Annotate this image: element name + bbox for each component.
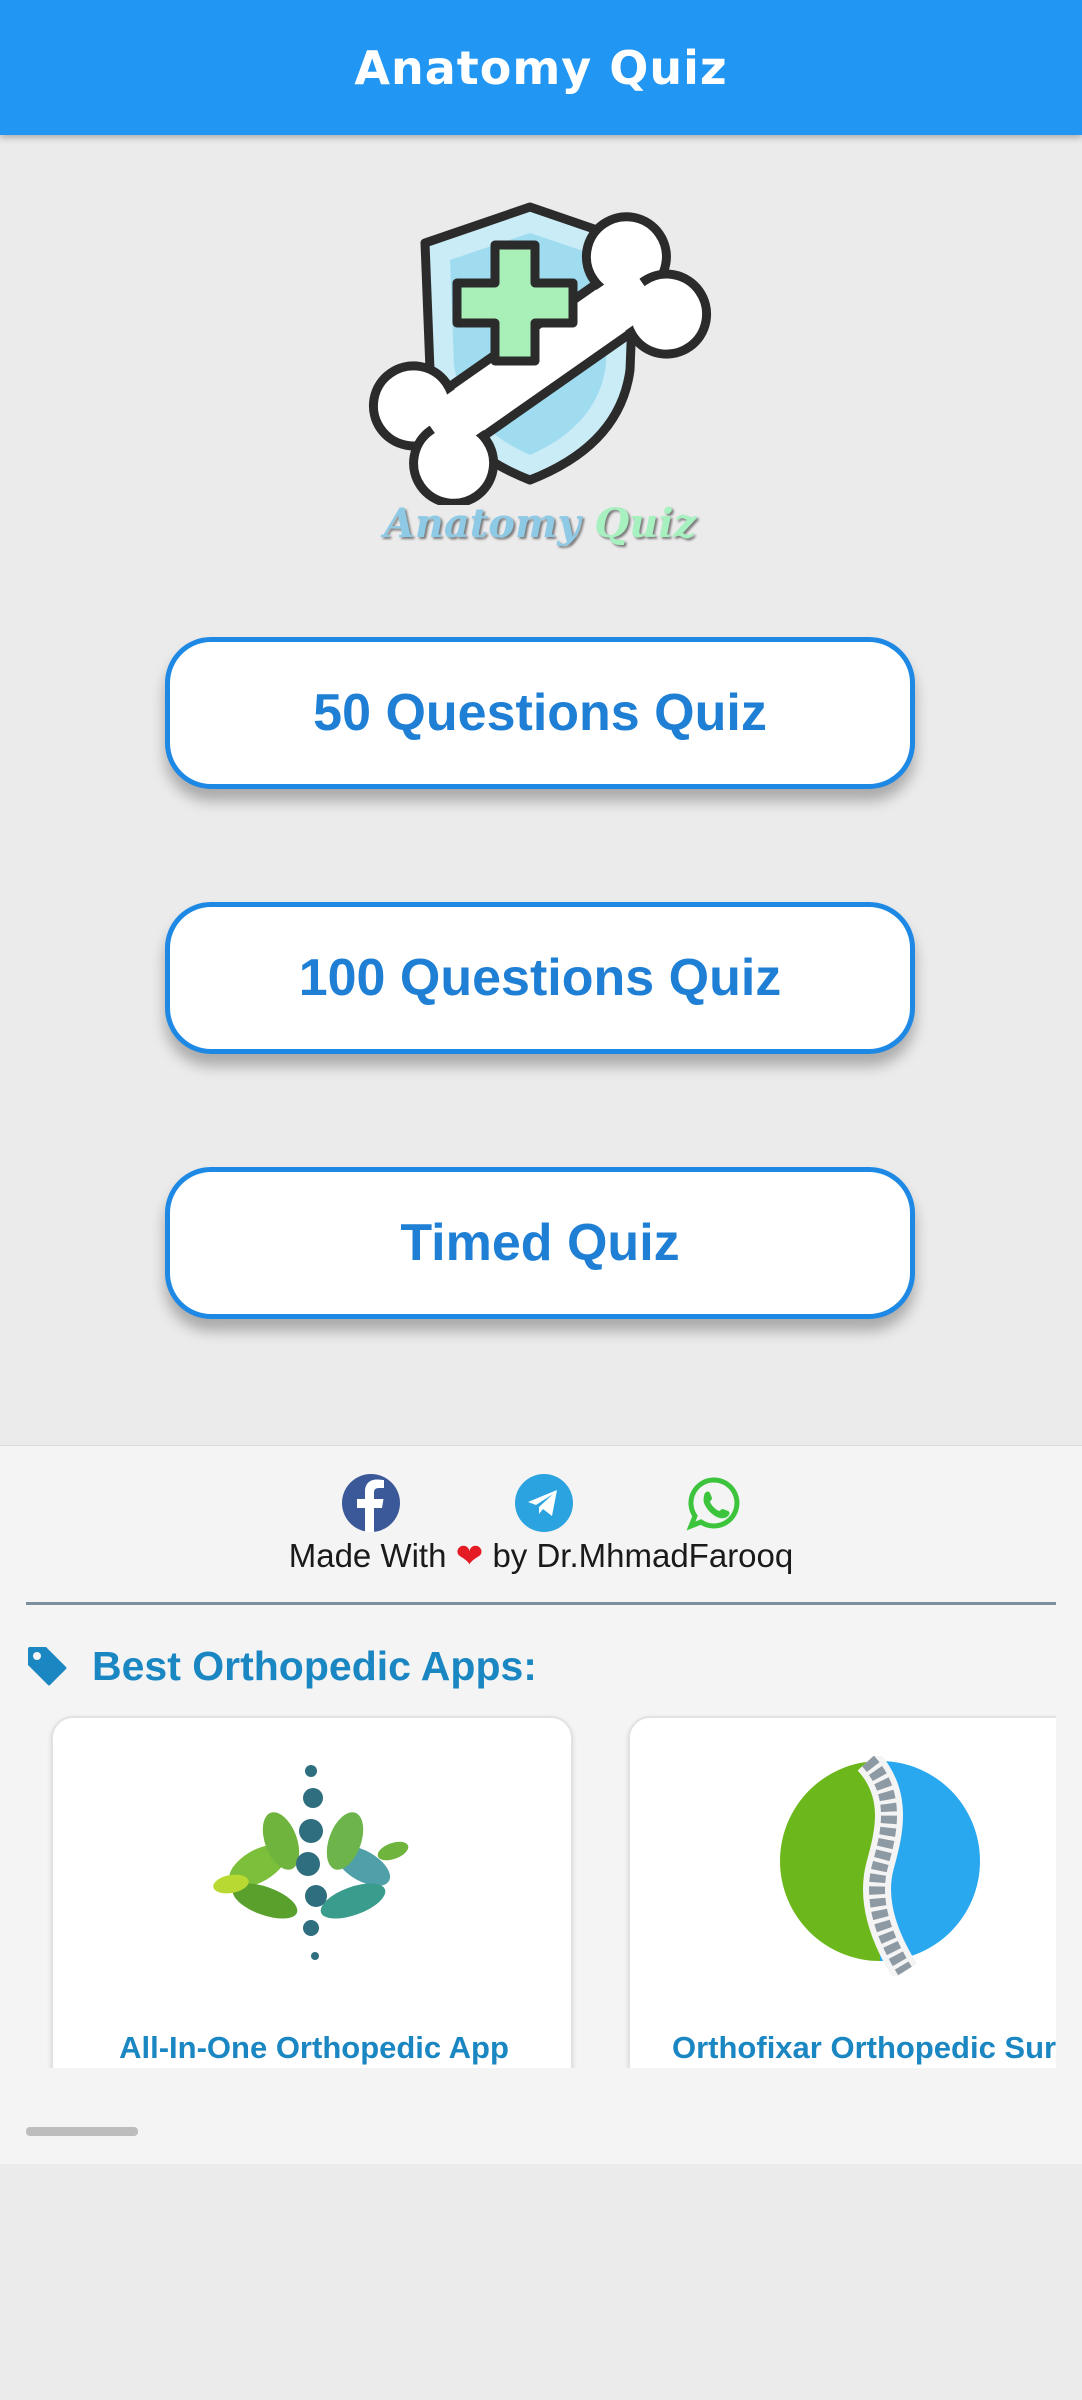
made-with-text: Made With	[288, 1537, 447, 1574]
app-card[interactable]: Orthofixar Orthopedic Surg	[628, 1716, 1056, 2068]
hundred-questions-quiz-button[interactable]: 100 Questions Quiz	[165, 902, 915, 1054]
timed-quiz-button[interactable]: Timed Quiz	[165, 1167, 915, 1319]
app-title: Anatomy Quiz	[354, 40, 728, 95]
made-with-credit: Made With ❤ by Dr.MhmadFarooq	[0, 1536, 1082, 1575]
telegram-icon[interactable]	[515, 1474, 573, 1532]
bone-shield-icon	[368, 202, 712, 508]
spine-leaves-logo-icon	[213, 1765, 409, 1960]
heart-icon: ❤	[455, 1537, 484, 1574]
logo-wordmark: Anatomy Quiz	[360, 500, 720, 547]
author-credit: by Dr.MhmadFarooq	[492, 1537, 794, 1574]
logo-word-2: Quiz	[594, 500, 697, 547]
divider	[26, 1602, 1056, 1605]
app-bar: Anatomy Quiz	[0, 0, 1082, 135]
spine-circle-logo-icon	[780, 1756, 980, 1976]
app-card-label: Orthofixar Orthopedic Surg	[672, 2030, 1056, 2065]
app-card-label: All-In-One Orthopedic App	[119, 2030, 509, 2065]
facebook-icon[interactable]	[342, 1474, 400, 1532]
apps-carousel[interactable]: All-In-One Orthopedic App Orthofixar Ort…	[26, 1708, 1056, 2068]
footer: Made With ❤ by Dr.MhmadFarooq Best Ortho…	[0, 1445, 1082, 2164]
section-header: Best Orthopedic Apps:	[26, 1636, 537, 1696]
fifty-questions-quiz-button[interactable]: 50 Questions Quiz	[165, 637, 915, 789]
section-title: Best Orthopedic Apps:	[92, 1642, 537, 1689]
tag-icon	[28, 1647, 67, 1686]
carousel-scrollbar[interactable]	[26, 2127, 138, 2136]
app-card[interactable]: All-In-One Orthopedic App	[51, 1716, 573, 2068]
logo-word-1: Anatomy	[383, 500, 581, 547]
whatsapp-icon[interactable]	[684, 1474, 742, 1532]
